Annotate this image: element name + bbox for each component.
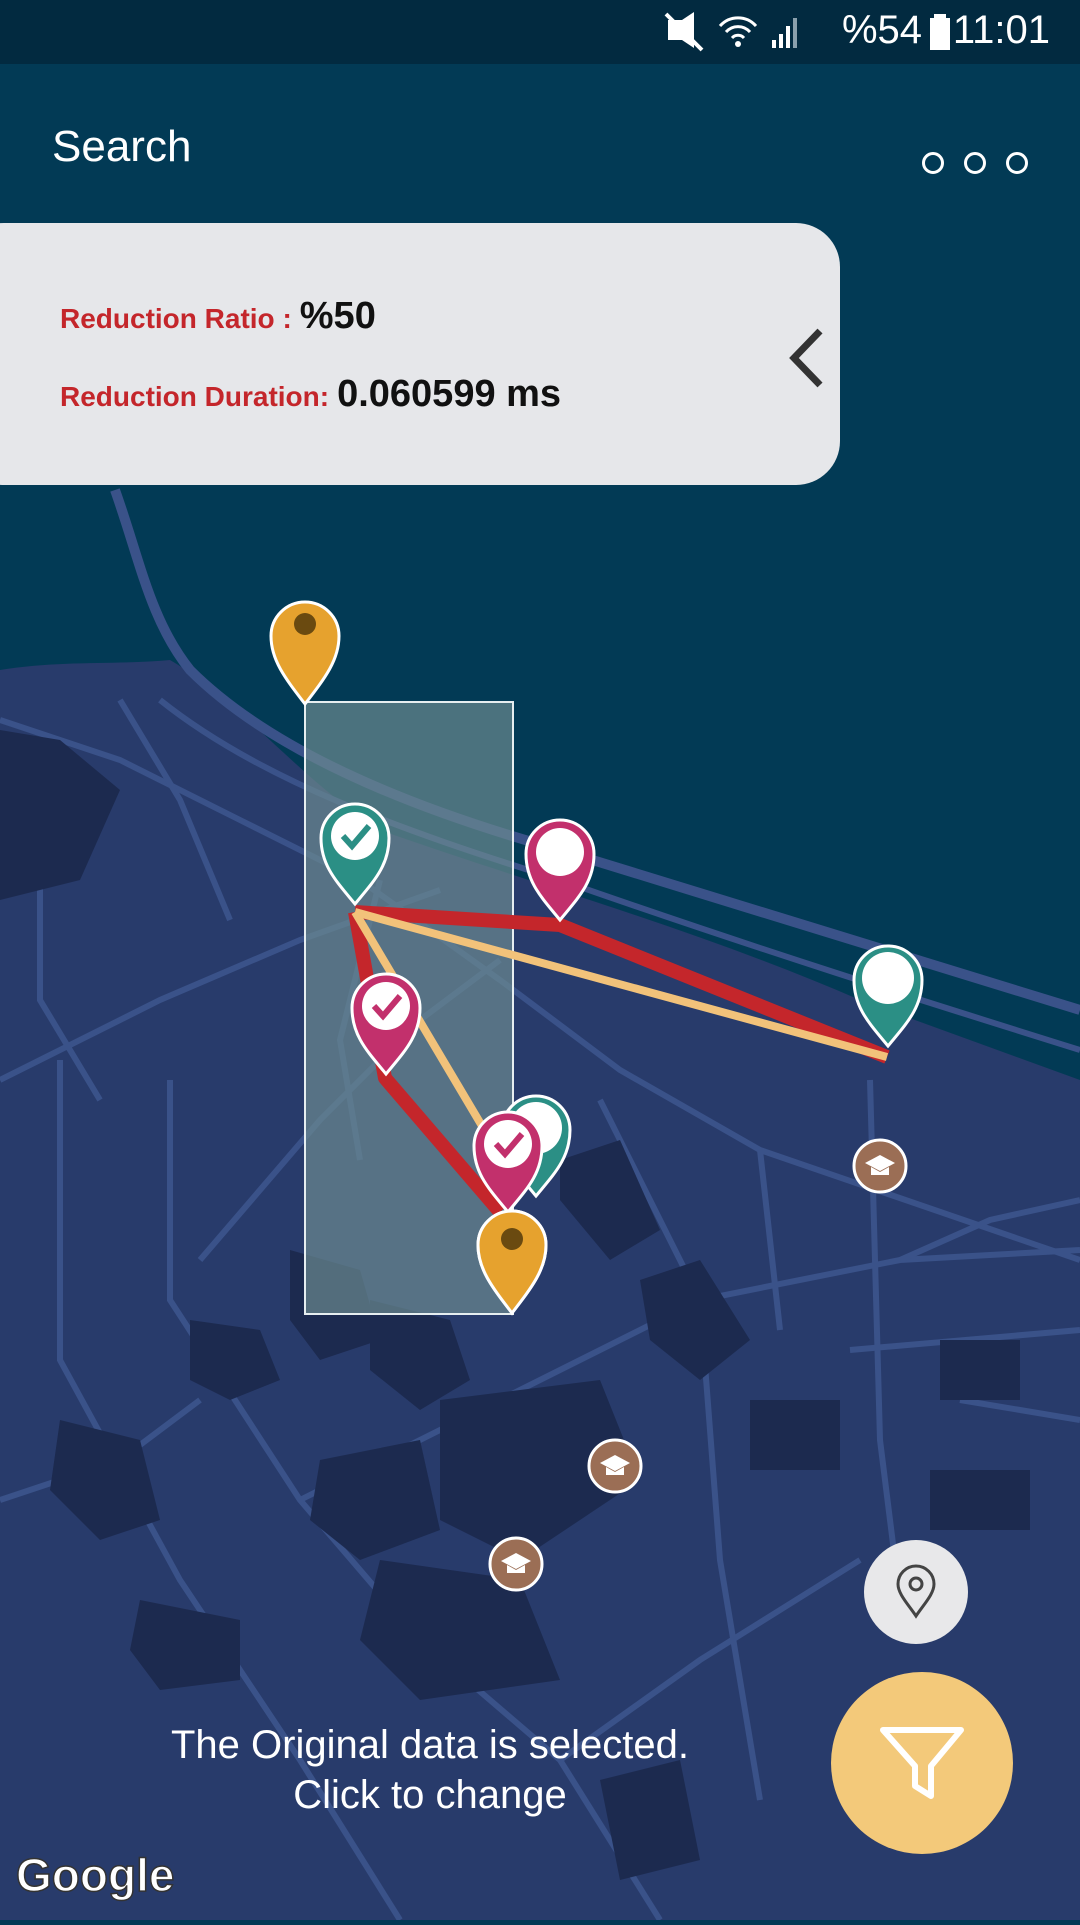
reduction-duration-row: Reduction Duration: 0.060599 ms bbox=[60, 373, 561, 416]
school-icon bbox=[587, 1438, 643, 1494]
menu-dot bbox=[964, 152, 986, 174]
status-time: 11:01 bbox=[952, 8, 1050, 52]
school-icon bbox=[488, 1536, 544, 1592]
signal-icon bbox=[772, 18, 797, 48]
location-pin-icon bbox=[896, 1564, 936, 1619]
start-pin bbox=[269, 600, 341, 707]
status-bar: %54 11:01 bbox=[0, 0, 1080, 64]
my-location-button[interactable] bbox=[864, 1540, 968, 1644]
school-icon bbox=[852, 1138, 908, 1194]
filter-icon bbox=[880, 1727, 964, 1799]
reduction-info-card: Reduction Ratio : %50 Reduction Duration… bbox=[0, 223, 840, 485]
more-options-icon[interactable] bbox=[922, 152, 1028, 174]
reduction-duration-label: Reduction Duration: bbox=[60, 381, 330, 412]
chevron-left-icon[interactable] bbox=[782, 323, 832, 393]
menu-dot bbox=[922, 152, 944, 174]
menu-dot bbox=[1006, 152, 1028, 174]
data-source-line1: The Original data is selected. bbox=[170, 1723, 690, 1767]
battery-percentage: %54 bbox=[841, 8, 922, 52]
data-source-note[interactable]: The Original data is selected. Click to … bbox=[70, 1720, 790, 1820]
reduction-duration-value: 0.060599 ms bbox=[337, 373, 562, 415]
battery-icon bbox=[930, 14, 950, 50]
mute-vibrate-icon bbox=[664, 12, 704, 52]
wifi-icon bbox=[718, 16, 758, 40]
page-title[interactable]: Search bbox=[52, 122, 191, 172]
reduction-ratio-value: %50 bbox=[299, 295, 376, 337]
reduction-ratio-row: Reduction Ratio : %50 bbox=[60, 295, 376, 338]
google-logo: Google bbox=[15, 1848, 175, 1902]
data-source-line2: Click to change bbox=[293, 1773, 567, 1817]
filter-button[interactable] bbox=[831, 1672, 1013, 1854]
reduction-ratio-label: Reduction Ratio : bbox=[60, 303, 292, 334]
app-header: Search bbox=[0, 64, 1080, 204]
status-icons bbox=[662, 10, 832, 59]
